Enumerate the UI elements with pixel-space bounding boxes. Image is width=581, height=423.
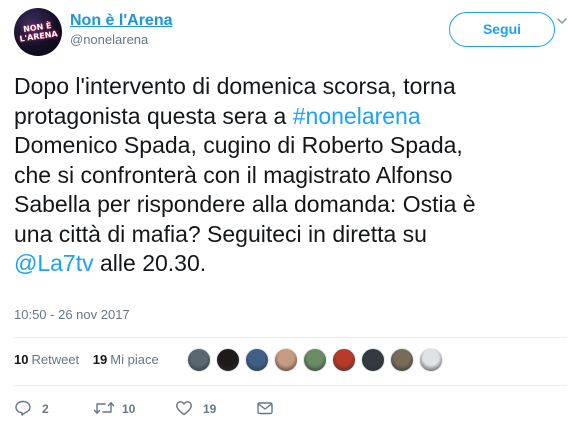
liker-avatar[interactable] [303,348,327,372]
tweet-text-segment: una città di mafia? Seguiteci in diretta… [14,220,427,247]
like-label: Mi piace [110,352,159,367]
tweet-line: @La7tv alle 20.30. [14,249,574,279]
follow-button[interactable]: Segui [449,12,555,47]
retweet-icon [93,402,115,414]
retweet-action-count: 10 [122,402,136,416]
tweet-header: NON È L'ARENA Non è l'Arena @nonelarena … [14,8,567,56]
retweet-stat[interactable]: 10 Retweet [14,350,79,370]
retweet-count: 10 [14,352,29,367]
like-stat[interactable]: 19 Mi piace [93,350,159,370]
retweet-label: Retweet [31,352,80,367]
tweet-text-segment: Sabella per rispondere alla domanda: Ost… [14,191,476,217]
tweet-text: Dopo l'intervento di domenica scorsa, to… [14,72,574,279]
tweet-line: Domenico Spada, cugino di Roberto Spada, [14,131,574,161]
tweet-timestamp[interactable]: 10:50 - 26 nov 2017 [14,307,130,322]
liker-avatar[interactable] [332,348,356,372]
tweet-text-segment: Dopo l'intervento di domenica scorsa, to… [14,73,456,99]
divider [14,385,567,386]
tweet-line: protagonista questa sera a #nonelarena [14,102,574,132]
liker-avatar[interactable] [187,348,211,372]
tweet-text-segment: Domenico Spada, cugino di Roberto Spada, [14,132,463,158]
tweet-text-segment: alle 20.30. [93,250,207,276]
envelope-icon [257,402,273,415]
display-name[interactable]: Non è l'Arena [70,11,173,31]
divider [14,337,567,338]
avatar-logo-text: NON È L'ARENA [19,21,59,44]
user-names: Non è l'Arena @nonelarena [70,11,173,49]
tweet-stats: 10 Retweet 19 Mi piace [14,350,169,370]
liker-avatar[interactable] [274,348,298,372]
liker-avatar[interactable] [216,348,240,372]
tweet-line: che si confronterà con il magistrato Alf… [14,161,574,191]
chevron-down-icon[interactable] [557,16,567,26]
tweet-text-segment: che si confronterà con il magistrato Alf… [14,161,453,188]
heart-icon [176,401,192,416]
mention-link[interactable]: @La7tv [14,250,94,276]
reply-icon [15,400,31,416]
screen-name[interactable]: @nonelarena [70,31,173,49]
liker-avatar[interactable] [419,348,443,372]
tweet-line: una città di mafia? Seguiteci in diretta… [14,220,574,250]
like-count: 19 [92,352,108,367]
tweet-line: Sabella per rispondere alla domanda: Ost… [14,190,574,220]
liker-avatar[interactable] [390,348,414,372]
tweet-line: Dopo l'intervento di domenica scorsa, to… [14,72,574,102]
avatar[interactable]: NON È L'ARENA [14,8,62,56]
like-action-count: 19 [203,402,217,416]
liker-avatar[interactable] [361,348,385,372]
liker-avatar[interactable] [245,348,269,372]
reply-count: 2 [42,402,49,416]
hashtag-link[interactable]: #nonelarena [293,103,421,129]
tweet-text-segment: protagonista questa sera a [14,102,293,129]
